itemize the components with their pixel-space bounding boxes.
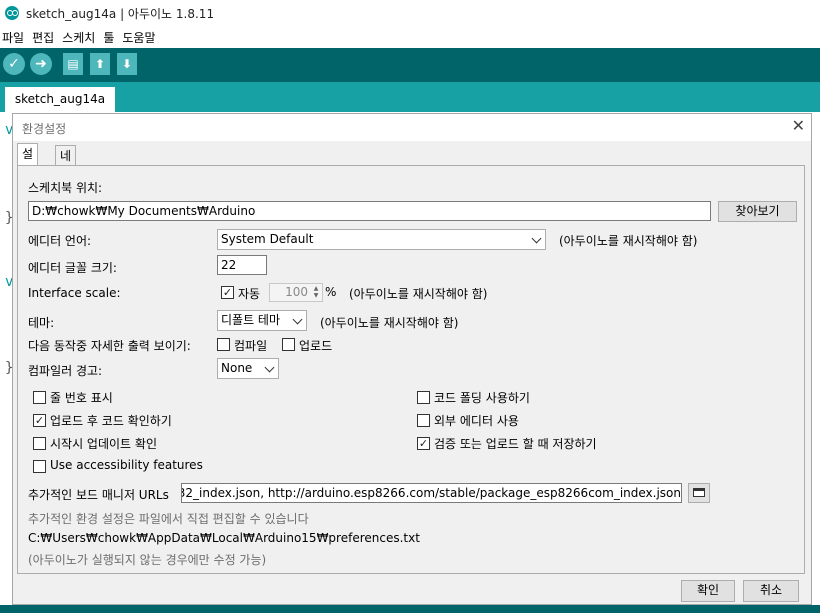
theme-label: 테마: <box>28 316 55 330</box>
interface-scale-label: Interface scale: <box>28 286 121 300</box>
arrow-right-icon: ➜ <box>35 56 47 72</box>
scale-percent: % <box>325 285 337 299</box>
menu-sketch[interactable]: 스케치 <box>60 29 101 46</box>
sketchbook-path-input[interactable]: D:₩chowk₩My Documents₩Arduino <box>28 201 711 221</box>
board-urls-value: esp32_index.json, http://arduino.esp8266… <box>181 486 681 500</box>
line-numbers-checkbox[interactable] <box>33 391 46 404</box>
editor-language-select[interactable]: System Default <box>217 229 546 250</box>
ok-button[interactable]: 확인 <box>681 580 735 602</box>
window-title: sketch_aug14a | 아두이노 1.8.11 <box>26 6 215 21</box>
verbose-compile-label: 컴파일 <box>234 339 268 353</box>
tab-settings[interactable]: 설정 <box>17 143 39 182</box>
menu-file[interactable]: 파일 <box>0 29 30 46</box>
chevron-down-icon <box>292 314 303 325</box>
code-folding-checkbox[interactable] <box>417 391 430 404</box>
sketchbook-label: 스케치북 위치: <box>28 181 103 195</box>
check-updates-checkbox[interactable] <box>33 437 46 450</box>
verbose-upload-checkbox[interactable] <box>282 338 295 351</box>
theme-select[interactable]: 디폴트 테마 <box>217 310 307 331</box>
sketch-tab[interactable]: sketch_aug14a <box>5 87 115 112</box>
menu-tools[interactable]: 툴 <box>101 29 120 46</box>
arrow-up-icon: ⬆ <box>94 57 106 71</box>
board-urls-input[interactable]: esp32_index.json, http://arduino.esp8266… <box>181 483 682 503</box>
scale-spinner: 100 ▲ ▼ <box>269 283 323 302</box>
spinner-arrows-icon: ▲ ▼ <box>313 285 319 299</box>
status-strip <box>0 605 820 613</box>
compiler-warnings-select[interactable]: None <box>217 358 279 379</box>
check-updates-label: 시작시 업데이트 확인 <box>50 437 157 451</box>
chevron-down-icon <box>531 233 542 244</box>
browse-button[interactable]: 찾아보기 <box>718 201 797 222</box>
compiler-warnings-value: None <box>221 361 253 375</box>
language-restart-note: (아두이노를 재시작해야 함) <box>559 234 698 248</box>
open-button[interactable]: ⬆ <box>90 53 110 75</box>
arrow-down-icon: ⬇ <box>121 57 133 71</box>
auto-scale-checkbox[interactable]: ✓ <box>221 286 234 299</box>
external-editor-label: 외부 에디터 사용 <box>434 414 519 428</box>
new-file-icon: ▤ <box>67 57 79 71</box>
arduino-logo-icon <box>5 6 19 20</box>
verify-button[interactable]: ✓ <box>3 53 25 75</box>
settings-panel: 스케치북 위치: D:₩chowk₩My Documents₩Arduino 찾… <box>17 165 805 574</box>
editor-language-value: System Default <box>221 232 314 246</box>
preferences-file-path[interactable]: C:₩Users₩chowk₩AppData₩Local₩Arduino15₩p… <box>28 531 420 545</box>
editor-language-label: 에디터 언어: <box>28 234 92 248</box>
save-on-verify-label: 검증 또는 업로드 할 때 저장하기 <box>434 437 597 451</box>
scale-value: 100 <box>285 285 308 299</box>
menu-bar: 파일 편집 스케치 툴 도움말 <box>0 26 820 48</box>
tab-network[interactable]: 네트워크 <box>55 145 77 226</box>
more-prefs-note: 추가적인 환경 설정은 파일에서 직접 편집할 수 있습니다 <box>28 512 309 526</box>
menu-edit[interactable]: 편집 <box>30 29 60 46</box>
verbose-compile-checkbox[interactable] <box>217 338 230 351</box>
title-bar: sketch_aug14a | 아두이노 1.8.11 <box>0 0 820 26</box>
edit-urls-window-icon[interactable] <box>688 483 710 503</box>
toolbar: ✓ ➜ ▤ ⬆ ⬇ <box>0 48 820 82</box>
font-size-label: 에디터 글꼴 크기: <box>28 261 117 275</box>
edit-note: (아두이노가 실행되지 않는 경우에만 수정 가능) <box>28 553 267 567</box>
chevron-down-icon <box>264 362 275 373</box>
verify-after-upload-label: 업로드 후 코드 확인하기 <box>50 414 172 428</box>
external-editor-checkbox[interactable] <box>417 414 430 427</box>
code-folding-label: 코드 폴딩 사용하기 <box>434 391 530 405</box>
auto-scale-label: 자동 <box>238 287 261 301</box>
close-icon[interactable]: ✕ <box>792 116 805 135</box>
sketch-tab-strip: sketch_aug14a <box>0 82 820 112</box>
board-urls-label: 추가적인 보드 매니저 URLs <box>28 488 169 502</box>
font-size-input[interactable]: 22 <box>217 255 267 275</box>
accessibility-checkbox[interactable] <box>33 460 46 473</box>
preferences-dialog: 환경설정 ✕ 설정 네트워크 스케치북 위치: D:₩chowk₩My Docu… <box>12 113 812 605</box>
upload-button[interactable]: ➜ <box>30 53 52 75</box>
dialog-title: 환경설정 <box>22 122 67 136</box>
cancel-button[interactable]: 취소 <box>743 580 799 602</box>
accessibility-label: Use accessibility features <box>50 458 203 472</box>
check-icon: ✓ <box>8 56 20 72</box>
save-on-verify-checkbox[interactable]: ✓ <box>417 437 430 450</box>
theme-value: 디폴트 테마 <box>221 313 281 327</box>
dialog-title-bar: 환경설정 ✕ <box>13 114 811 141</box>
verify-after-upload-checkbox[interactable]: ✓ <box>33 414 46 427</box>
verbose-upload-label: 업로드 <box>299 339 333 353</box>
verbose-output-label: 다음 동작중 자세한 출력 보이기: <box>28 339 191 353</box>
scale-restart-note: (아두이노를 재시작해야 함) <box>349 287 488 301</box>
save-button[interactable]: ⬇ <box>117 53 137 75</box>
theme-restart-note: (아두이노를 재시작해야 함) <box>320 316 459 330</box>
new-button[interactable]: ▤ <box>63 53 83 75</box>
menu-help[interactable]: 도움말 <box>120 29 161 46</box>
compiler-warnings-label: 컴파일러 경고: <box>28 364 103 378</box>
line-numbers-label: 줄 번호 표시 <box>50 391 113 405</box>
